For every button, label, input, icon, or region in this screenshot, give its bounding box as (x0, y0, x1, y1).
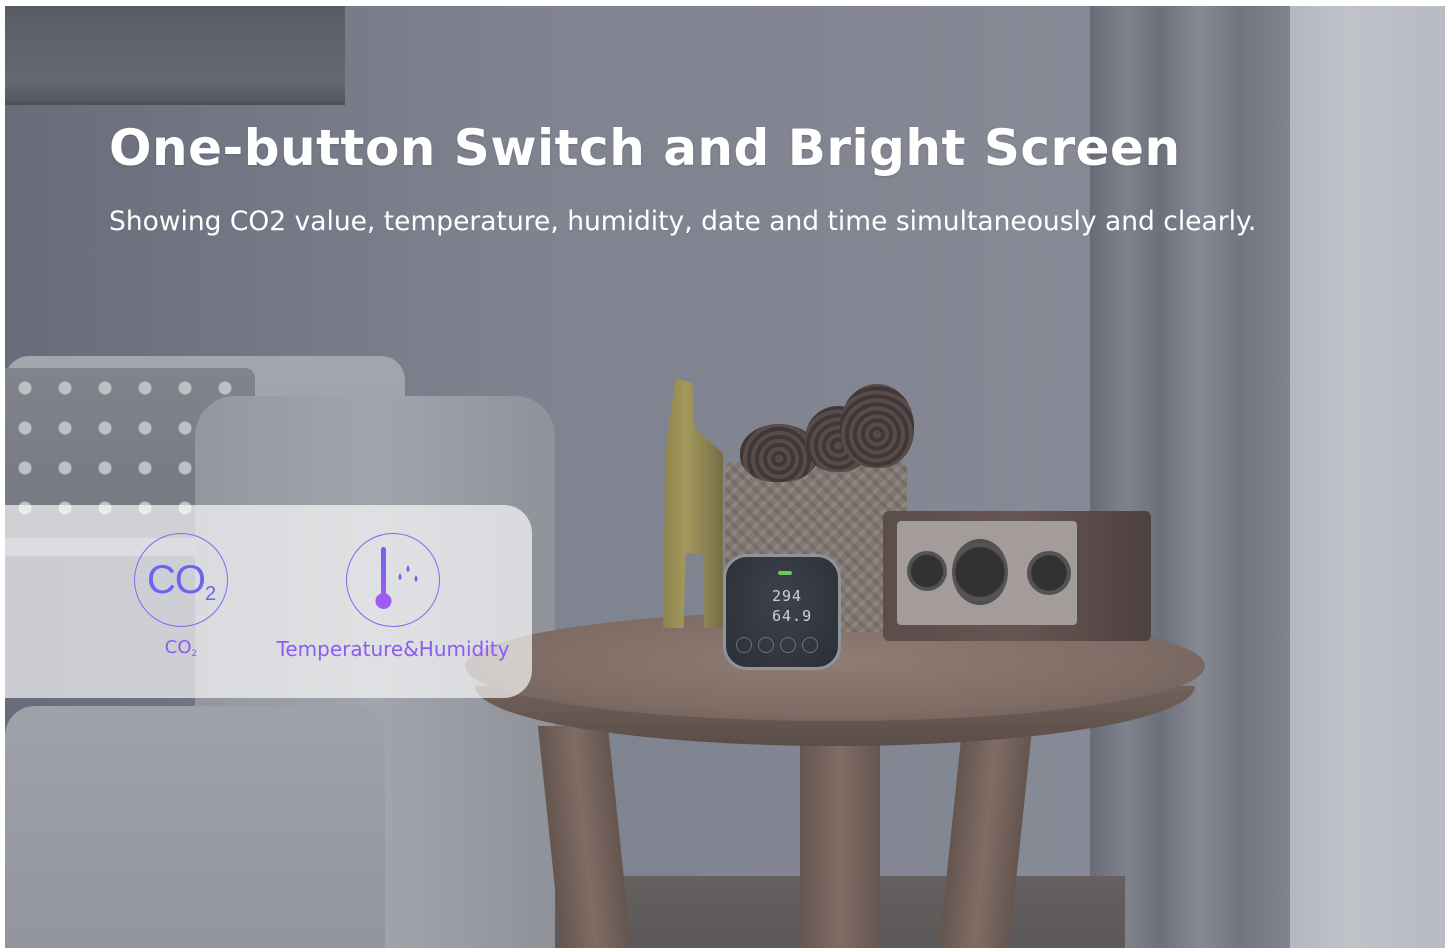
feature-co2: CO2 CO2 (129, 533, 233, 659)
headline: One-button Switch and Bright Screen (109, 119, 1181, 177)
feature-co2-label: CO (164, 637, 192, 658)
hero-image: 294 64.9 One-button Switch and Bright Sc… (5, 6, 1445, 948)
feature-temperature-humidity-label: Temperature&Humidity (276, 637, 510, 661)
thermometer-humidity-icon (346, 533, 440, 627)
co2-icon-text: CO (146, 558, 206, 602)
feature-panel: CO2 CO2 Temperature&Humidity (5, 505, 532, 698)
feature-co2-label-subscript: 2 (191, 649, 198, 660)
subheadline: Showing CO2 value, temperature, humidity… (109, 206, 1257, 237)
co2-icon: CO2 (134, 533, 228, 627)
co2-icon-subscript: 2 (204, 583, 216, 605)
feature-temperature-humidity: Temperature&Humidity (273, 533, 513, 661)
